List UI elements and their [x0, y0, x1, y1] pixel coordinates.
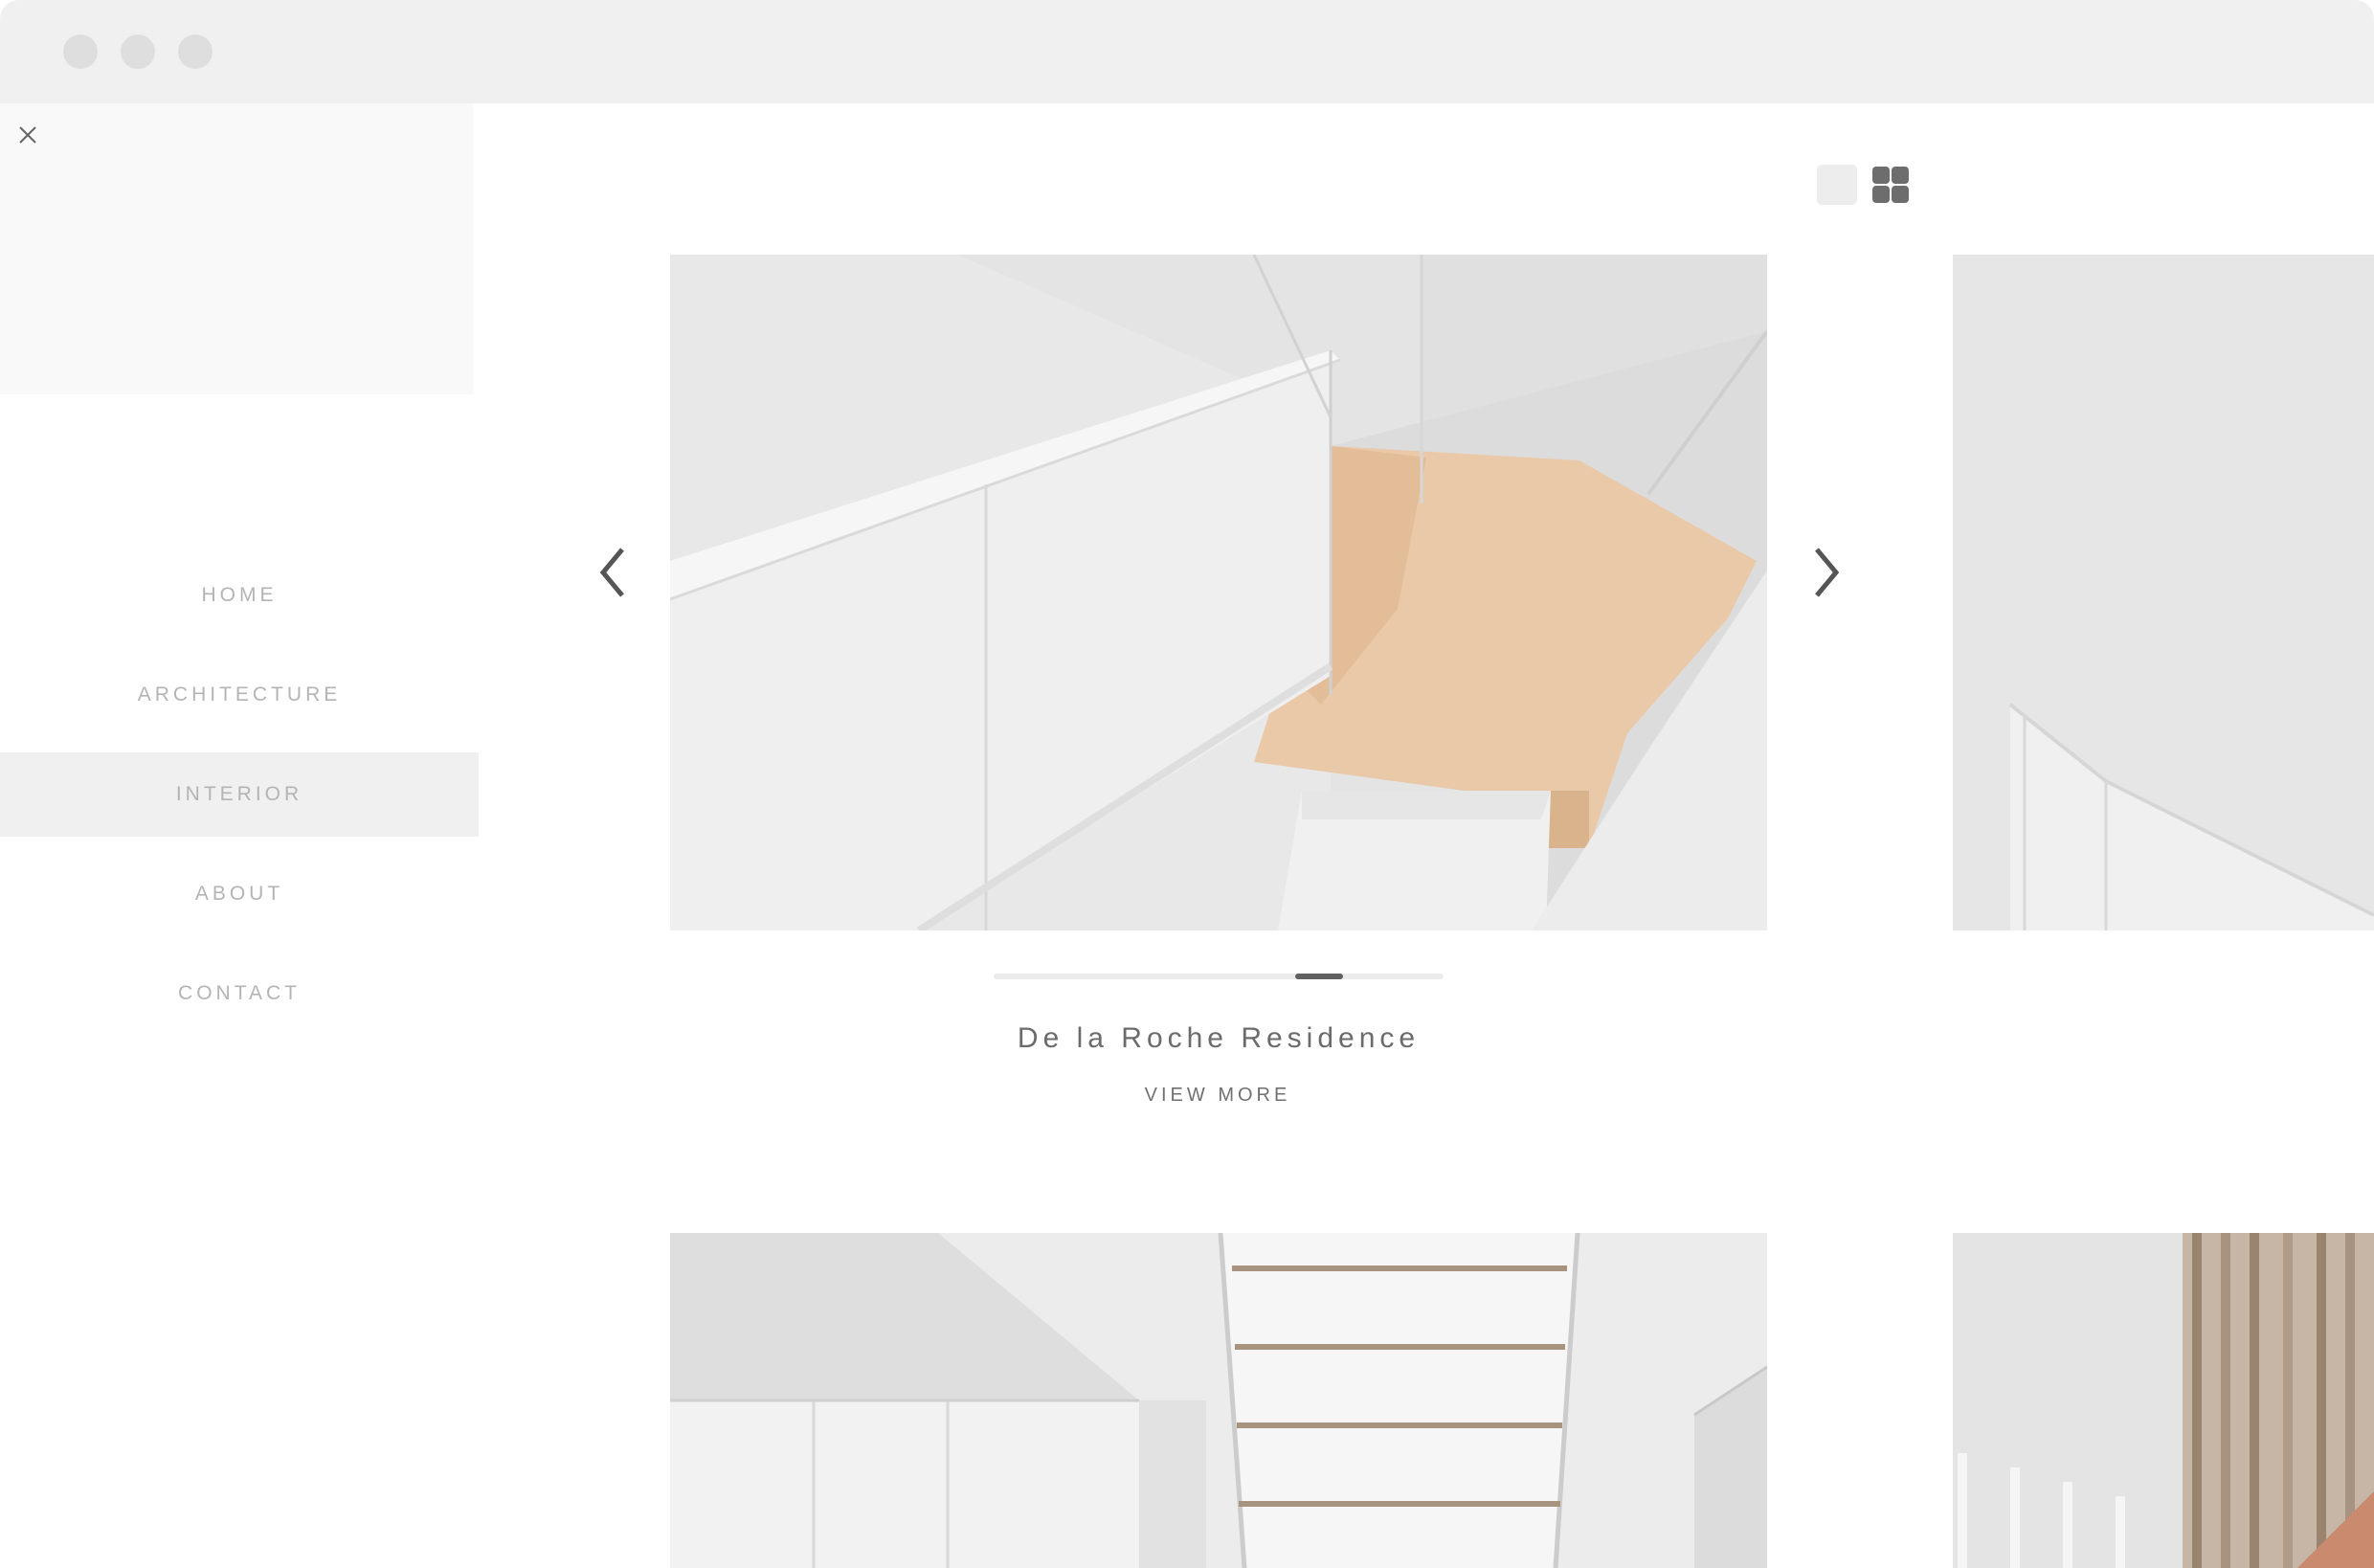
sidebar-item-contact[interactable]: CONTACT	[0, 952, 479, 1036]
chevron-left-icon[interactable]	[594, 544, 632, 601]
browser-titlebar	[0, 0, 2374, 103]
project-image-2[interactable]	[670, 1233, 1767, 1568]
grid-view-icon[interactable]	[1870, 165, 1911, 205]
sidebar-item-interior[interactable]: INTERIOR	[0, 752, 479, 837]
sidebar-item-about[interactable]: ABOUT	[0, 852, 479, 936]
featured-project-image[interactable]	[670, 255, 1767, 930]
carousel-slider-thumb[interactable]	[1295, 974, 1343, 979]
close-icon[interactable]	[15, 123, 40, 147]
view-more-link[interactable]: VIEW MORE	[1122, 1085, 1313, 1107]
sidebar-header	[0, 103, 473, 394]
sidebar: HOME ARCHITECTURE INTERIOR ABOUT CONTACT	[0, 103, 479, 1568]
maximize-dot[interactable]	[178, 34, 213, 69]
project-title: De la Roche Residence	[1017, 1022, 1421, 1054]
close-dot[interactable]	[63, 34, 98, 69]
project-image-peek[interactable]	[1953, 255, 2374, 930]
sidebar-item-architecture[interactable]: ARCHITECTURE	[0, 653, 479, 737]
sidebar-item-home[interactable]: HOME	[0, 553, 479, 638]
project-image-2-peek[interactable]	[1953, 1233, 2374, 1568]
chevron-right-icon[interactable]	[1807, 544, 1846, 601]
single-view-icon[interactable]	[1817, 165, 1857, 205]
minimize-dot[interactable]	[121, 34, 155, 69]
carousel-slider[interactable]	[994, 974, 1444, 979]
